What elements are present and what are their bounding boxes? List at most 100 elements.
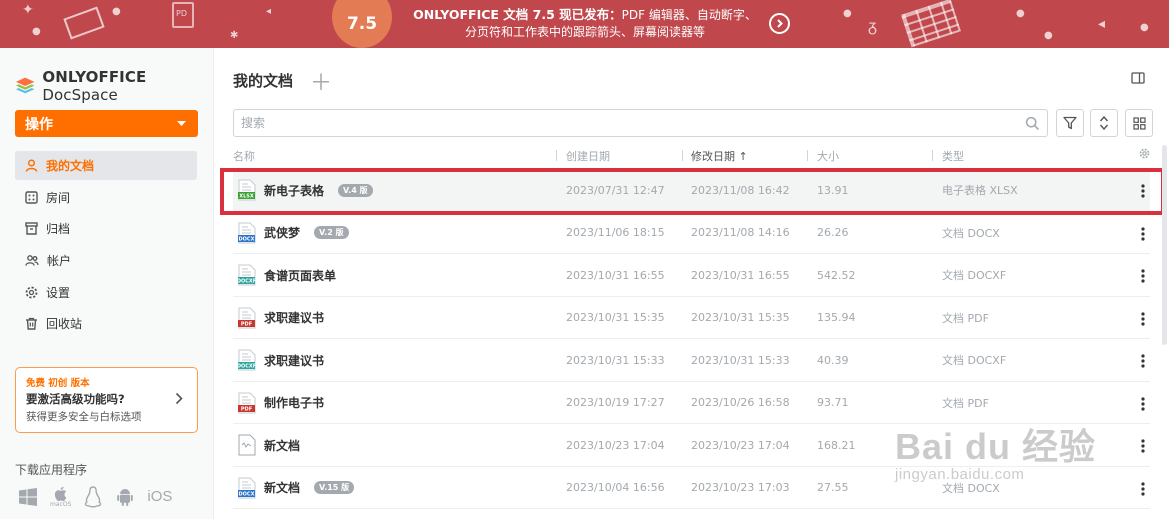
sidebar-item-settings[interactable]: 设置 (15, 278, 197, 307)
svg-text:DOCXF: DOCXF (237, 279, 256, 285)
column-divider[interactable] (807, 150, 808, 161)
actions-button[interactable]: 操作 (15, 110, 198, 137)
created-date: 2023/10/23 17:04 (566, 438, 665, 452)
triangle-deco-icon: ◂ (266, 6, 272, 17)
table-row[interactable]: DOCXF 求职建议书 2023/10/31 15:33 2023/10/31 15:… (233, 339, 1150, 382)
windows-icon[interactable] (18, 487, 38, 507)
table-row[interactable]: PDF 求职建议书 2023/10/31 15:35 2023/10/31 15:35… (233, 297, 1150, 339)
created-date: 2023/10/19 17:27 (566, 396, 665, 409)
app-logo[interactable]: ONLYOFFICE DocSpace (15, 68, 213, 104)
column-created[interactable]: 创建日期 (566, 148, 610, 164)
docx-file-icon: DOCX (238, 477, 256, 498)
modified-date: 2023/10/31 15:35 (691, 311, 790, 324)
generic-file-icon (238, 434, 256, 456)
modified-date: 2023/10/23 17:04 (691, 438, 790, 452)
created-date: 2023/10/31 15:33 (566, 353, 665, 367)
sidebar-item-accounts[interactable]: 帐户 (15, 246, 197, 275)
user-icon (25, 159, 38, 172)
accounts-icon (25, 255, 39, 266)
svg-text:DOCXF: DOCXF (237, 364, 256, 370)
file-name[interactable]: 新文档 (264, 437, 300, 454)
more-options-icon[interactable] (1136, 438, 1150, 454)
banner-arrow-button[interactable] (769, 13, 790, 34)
sidebar-item-archive[interactable]: 归档 (15, 214, 197, 243)
file-type: 文档 PDF (942, 311, 989, 325)
gear-icon (25, 286, 38, 299)
upgrade-promo-card[interactable]: 免费 初创 版本 要激活高级功能吗? 获得更多安全与白标选项 (15, 367, 198, 433)
file-name-cell[interactable]: 新文档 V.15 版 (264, 467, 355, 509)
info-panel-icon[interactable] (1131, 72, 1145, 84)
filter-icon (1063, 116, 1077, 130)
star-deco-icon: ✦ (22, 2, 34, 18)
file-name[interactable]: 求职建议书 (264, 352, 324, 369)
add-button[interactable]: ＋ (310, 65, 332, 97)
column-divider[interactable] (682, 150, 683, 161)
search-icon[interactable] (1025, 116, 1040, 131)
pdf-file-icon: PDF (238, 307, 256, 328)
column-modified[interactable]: 修改日期 ↑ (691, 148, 748, 164)
created-date: 2023/10/31 15:35 (566, 311, 665, 324)
file-name[interactable]: 求职建议书 (264, 309, 324, 326)
page-title: 我的文档 (233, 72, 294, 90)
table-settings-gear-icon[interactable] (1139, 148, 1150, 159)
linux-icon[interactable] (83, 485, 103, 508)
file-name-cell[interactable]: 武侠梦 V.2 版 (264, 212, 349, 254)
promo-banner[interactable]: ✦ ● ● PD ✱ ◂ 7.5 ONLYOFFICE 文档 7.5 现已发布：… (0, 0, 1169, 48)
search-input[interactable] (234, 110, 1014, 136)
sort-button[interactable] (1090, 109, 1118, 137)
sidebar-item-my-documents[interactable]: 我的文档 (15, 151, 197, 180)
sidebar-item-trash[interactable]: 回收站 (15, 309, 197, 338)
version-badge: 7.5 (332, 0, 392, 48)
file-icon-cell: DOCXF (237, 339, 257, 381)
view-toggle-button[interactable] (1125, 109, 1153, 137)
sidebar-item-rooms[interactable]: 房间 (15, 183, 197, 212)
version-badge[interactable]: V.2 版 (314, 226, 349, 239)
column-type[interactable]: 类型 (942, 148, 964, 164)
table-row[interactable]: DOCX 武侠梦 V.2 版 2023/11/06 18:15 2023/11/08 1… (233, 212, 1150, 254)
filter-button[interactable] (1056, 109, 1084, 137)
file-name[interactable]: 新文档 (264, 479, 300, 496)
star-deco-icon: ● (1140, 22, 1149, 33)
column-name[interactable]: 名称 (233, 148, 255, 164)
file-name-cell[interactable]: 制作电子书 (264, 382, 324, 424)
column-divider[interactable] (932, 150, 933, 161)
banner-message: ONLYOFFICE 文档 7.5 现已发布：PDF 编辑器、自动断字、 分页符… (413, 7, 757, 39)
file-type: 文档 DOCXF (942, 354, 1007, 367)
android-icon[interactable] (115, 487, 135, 507)
ios-download[interactable]: iOS (147, 488, 172, 505)
docxf-file-icon: DOCXF (237, 349, 256, 371)
promo-subtitle: 获得更多安全与白标选项 (26, 411, 142, 423)
more-options-icon[interactable] (1136, 481, 1150, 497)
file-name[interactable]: 武侠梦 (264, 224, 300, 241)
file-name-cell[interactable]: 新文档 (264, 424, 300, 466)
more-options-icon[interactable] (1136, 353, 1150, 369)
docx-file-icon: DOCX (238, 222, 256, 243)
file-size: 27.55 (817, 481, 849, 494)
star-deco-icon: ● (32, 26, 41, 37)
file-size: 26.26 (817, 226, 849, 239)
more-options-icon[interactable] (1136, 226, 1150, 242)
table-deco-icon (901, 0, 961, 48)
file-name-cell[interactable]: 食谱页面表单 (264, 254, 336, 296)
file-name[interactable]: 食谱页面表单 (264, 267, 336, 284)
file-icon-cell: DOCX (237, 212, 257, 254)
version-badge[interactable]: V.15 版 (314, 481, 355, 494)
file-name[interactable]: 制作电子书 (264, 394, 324, 411)
modified-date: 2023/10/31 15:33 (691, 353, 790, 367)
file-size: 40.39 (817, 353, 849, 367)
column-size[interactable]: 大小 (817, 148, 839, 164)
download-apps: macOS iOS (18, 485, 172, 508)
table-row[interactable]: DOCXF 食谱页面表单 2023/10/31 16:55 2023/10/31 16… (233, 254, 1150, 297)
file-name-cell[interactable]: 求职建议书 (264, 297, 324, 339)
pdf-file-icon: PDF (238, 392, 256, 413)
search-box[interactable] (233, 109, 1048, 137)
scrollbar[interactable] (1162, 145, 1167, 345)
file-name-cell[interactable]: 求职建议书 (264, 339, 324, 381)
macos-download[interactable]: macOS (50, 485, 71, 508)
more-options-icon[interactable] (1136, 268, 1150, 284)
file-icon-cell: DOCXF (237, 254, 257, 296)
more-options-icon[interactable] (1136, 396, 1150, 412)
sort-asc-icon: ↑ (738, 150, 748, 163)
more-options-icon[interactable] (1136, 311, 1150, 327)
column-divider[interactable] (556, 150, 557, 161)
